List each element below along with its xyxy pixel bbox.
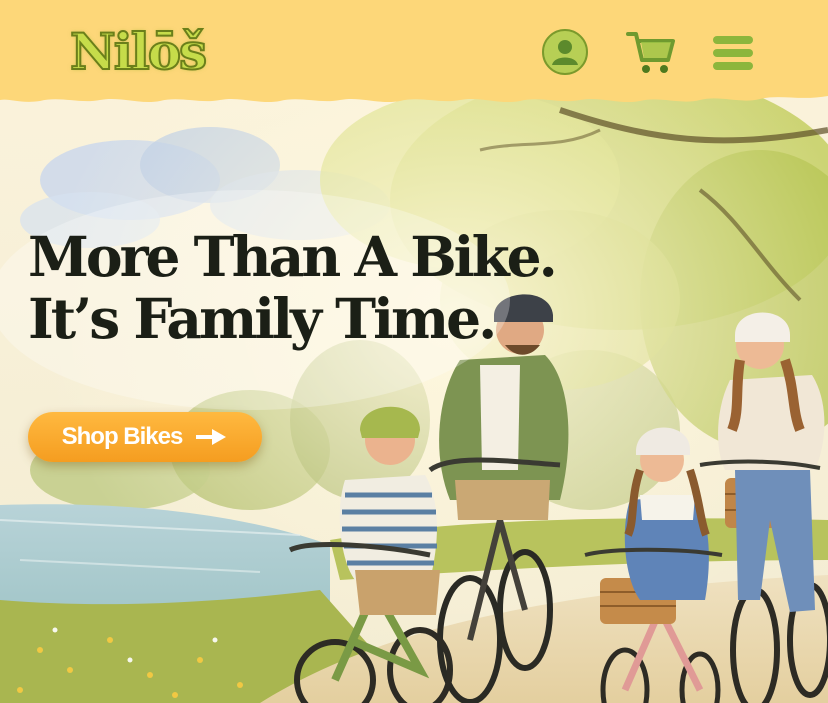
shop-bikes-button[interactable]: Shop Bikes xyxy=(28,412,262,462)
logo-text: Nilōš xyxy=(69,21,208,82)
account-button[interactable] xyxy=(541,28,589,76)
page: Nilōš More Than A Bike. It’s Family Time… xyxy=(0,0,828,703)
site-logo[interactable]: Nilōš xyxy=(69,21,208,82)
hamburger-menu-button[interactable] xyxy=(710,28,756,76)
hamburger-menu-icon xyxy=(713,36,753,70)
headline-line-2: It’s Family Time. xyxy=(28,286,497,351)
site-header: Nilōš xyxy=(0,0,828,108)
arrow-right-icon xyxy=(196,429,227,445)
account-icon xyxy=(542,29,588,75)
shop-bikes-label: Shop Bikes xyxy=(61,423,184,450)
headline-line-1: More Than A Bike. xyxy=(28,224,558,289)
cart-icon xyxy=(626,32,675,73)
hero-headline: More Than A Bike. It’s Family Time. xyxy=(28,224,558,351)
cart-button[interactable] xyxy=(626,28,676,76)
